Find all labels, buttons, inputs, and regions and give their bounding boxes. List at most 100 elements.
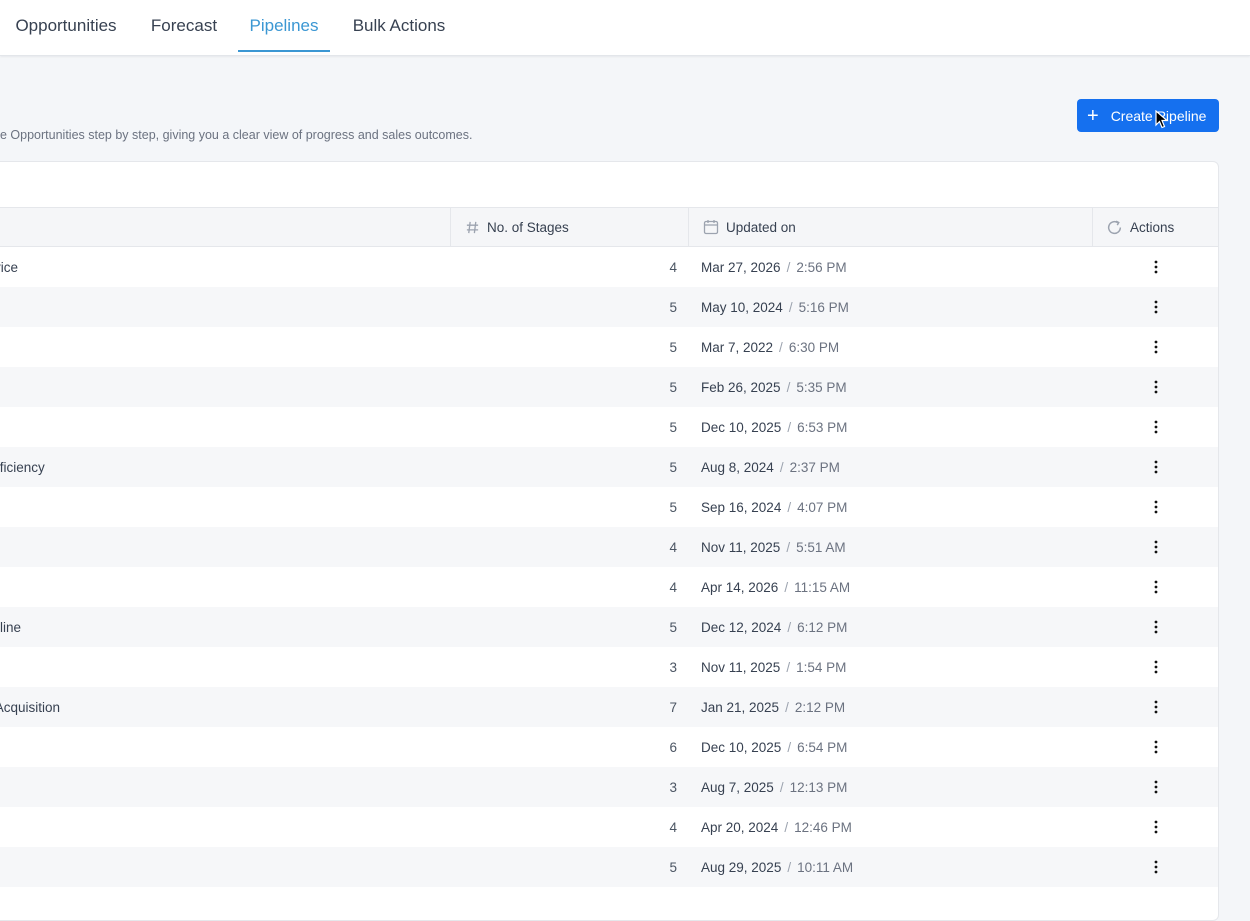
tab-bulk-actions[interactable]: Bulk Actions [342, 0, 456, 52]
tab-pipelines[interactable]: Pipelines [238, 0, 330, 52]
page-description: e Opportunities step by step, giving you… [0, 128, 473, 142]
table-row[interactable]: nel 4 Apr 20, 2024 / 12:46 PM [0, 807, 1218, 847]
pipeline-name[interactable]: ent Acquisition [0, 687, 441, 727]
pipeline-name[interactable] [0, 327, 441, 367]
pipeline-name[interactable] [0, 647, 441, 687]
stage-count: 3 [669, 659, 677, 675]
table-row[interactable]: 5 Aug 29, 2025 / 10:11 AM [0, 847, 1218, 887]
pipeline-name[interactable]: s [0, 487, 441, 527]
table-row[interactable]: ning 4 Apr 14, 2026 / 11:15 AM [0, 567, 1218, 607]
stage-count: 5 [669, 619, 677, 635]
table-row[interactable]: Service 4 Mar 27, 2026 / 2:56 PM [0, 247, 1218, 287]
table-row[interactable]: 6 Dec 10, 2025 / 6:54 PM [0, 727, 1218, 767]
pipeline-name[interactable]: Pipeline [0, 607, 441, 647]
pipeline-name[interactable] [0, 847, 441, 887]
pipeline-name-text: Service [0, 259, 19, 275]
table-row[interactable]: 3 Nov 11, 2025 / 1:54 PM [0, 647, 1218, 687]
date-time-separator: / [787, 859, 792, 875]
updated-time: 5:35 PM [796, 379, 847, 395]
pipeline-name[interactable]: ct Efficiency [0, 447, 441, 487]
table-row[interactable]: 5 Mar 7, 2022 / 6:30 PM [0, 327, 1218, 367]
table-row[interactable]: 5 May 10, 2024 / 5:16 PM [0, 287, 1218, 327]
column-header-stages[interactable]: No. of Stages [465, 208, 569, 246]
more-vertical-icon [1154, 420, 1158, 434]
pipeline-name[interactable]: nel [0, 807, 441, 847]
pipeline-name[interactable]: ning [0, 567, 441, 607]
table-row[interactable]: ent Acquisition 7 Jan 21, 2025 / 2:12 PM [0, 687, 1218, 727]
row-actions-menu[interactable] [1145, 807, 1167, 847]
updated-date: Nov 11, 2025 [701, 539, 781, 555]
date-time-separator: / [786, 259, 791, 275]
stage-count: 5 [669, 499, 677, 515]
updated-on: Apr 14, 2026 / 11:15 AM [701, 567, 850, 607]
pipeline-name[interactable]: Service [0, 247, 441, 287]
row-actions-menu[interactable] [1145, 727, 1167, 767]
table-row[interactable]: 4 Nov 11, 2025 / 5:51 AM [0, 527, 1218, 567]
updated-date: Nov 11, 2025 [701, 659, 781, 675]
tab-forecast[interactable]: Forecast [142, 0, 226, 52]
create-pipeline-button[interactable]: + Create Pipeline [1077, 99, 1219, 132]
updated-time: 6:30 PM [788, 339, 840, 355]
row-actions-menu[interactable] [1145, 447, 1167, 487]
pipeline-name[interactable] [0, 407, 441, 447]
table-row[interactable]: ct Efficiency 5 Aug 8, 2024 / 2:37 PM [0, 447, 1218, 487]
row-actions-menu[interactable] [1145, 767, 1167, 807]
updated-time: 12:13 PM [789, 779, 848, 795]
updated-on: Nov 11, 2025 / 1:54 PM [701, 647, 846, 687]
pipeline-name[interactable] [0, 767, 441, 807]
date-time-separator: / [786, 539, 791, 555]
updated-date: Aug 29, 2025 [701, 859, 782, 875]
updated-time: 2:56 PM [796, 259, 847, 275]
row-actions-menu[interactable] [1145, 687, 1167, 727]
pipelines-table: No. of Stages Updated on Actions Service… [0, 161, 1219, 921]
updated-date: Aug 7, 2025 [701, 779, 774, 795]
row-actions-menu[interactable] [1145, 847, 1167, 887]
hash-icon [466, 221, 479, 233]
updated-time: 6:53 PM [797, 419, 848, 435]
tab-opportunities[interactable]: Opportunities [6, 0, 126, 52]
table-row[interactable]: 3 Aug 7, 2025 / 12:13 PM [0, 767, 1218, 807]
stage-count: 5 [669, 859, 677, 875]
more-vertical-icon [1154, 340, 1158, 354]
column-divider [450, 208, 451, 246]
table-row[interactable]: s 5 Sep 16, 2024 / 4:07 PM [0, 487, 1218, 527]
more-vertical-icon [1154, 580, 1158, 594]
table-row[interactable]: 5 Dec 10, 2025 / 6:53 PM [0, 407, 1218, 447]
table-row[interactable]: 5 Feb 26, 2025 / 5:35 PM [0, 367, 1218, 407]
row-actions-menu[interactable] [1145, 647, 1167, 687]
row-actions-menu[interactable] [1145, 287, 1167, 327]
pipeline-name[interactable] [0, 527, 441, 567]
row-actions-menu[interactable] [1145, 607, 1167, 647]
column-label-actions: Actions [1130, 219, 1175, 235]
updated-on: May 10, 2024 / 5:16 PM [701, 287, 849, 327]
pipeline-name[interactable] [0, 727, 441, 767]
row-actions-menu[interactable] [1145, 367, 1167, 407]
table-row[interactable]: Pipeline 5 Dec 12, 2024 / 6:12 PM [0, 607, 1218, 647]
more-vertical-icon [1154, 700, 1158, 714]
updated-time: 1:54 PM [796, 659, 847, 675]
row-actions-menu[interactable] [1145, 327, 1167, 367]
column-header-updated[interactable]: Updated on [703, 208, 796, 246]
updated-date: Dec 12, 2024 [701, 619, 782, 635]
calendar-icon [703, 220, 719, 235]
more-vertical-icon [1154, 820, 1158, 834]
updated-on: Mar 27, 2026 / 2:56 PM [701, 247, 847, 287]
column-header-actions: Actions [1106, 208, 1174, 246]
pipeline-name[interactable] [0, 287, 441, 327]
date-time-separator: / [784, 579, 789, 595]
updated-time: 4:07 PM [797, 499, 848, 515]
row-actions-menu[interactable] [1145, 247, 1167, 287]
date-time-separator: / [787, 499, 792, 515]
stage-count: 4 [669, 539, 677, 555]
row-actions-menu[interactable] [1145, 527, 1167, 567]
date-time-separator: / [779, 339, 783, 355]
row-actions-menu[interactable] [1145, 487, 1167, 527]
pipeline-name[interactable] [0, 367, 441, 407]
updated-date: Feb 26, 2025 [701, 379, 781, 395]
updated-date: Dec 10, 2025 [701, 419, 782, 435]
updated-date: Sep 16, 2024 [701, 499, 782, 515]
updated-time: 5:16 PM [798, 299, 849, 315]
row-actions-menu[interactable] [1145, 567, 1167, 607]
updated-on: Dec 12, 2024 / 6:12 PM [701, 607, 847, 647]
row-actions-menu[interactable] [1145, 407, 1167, 447]
